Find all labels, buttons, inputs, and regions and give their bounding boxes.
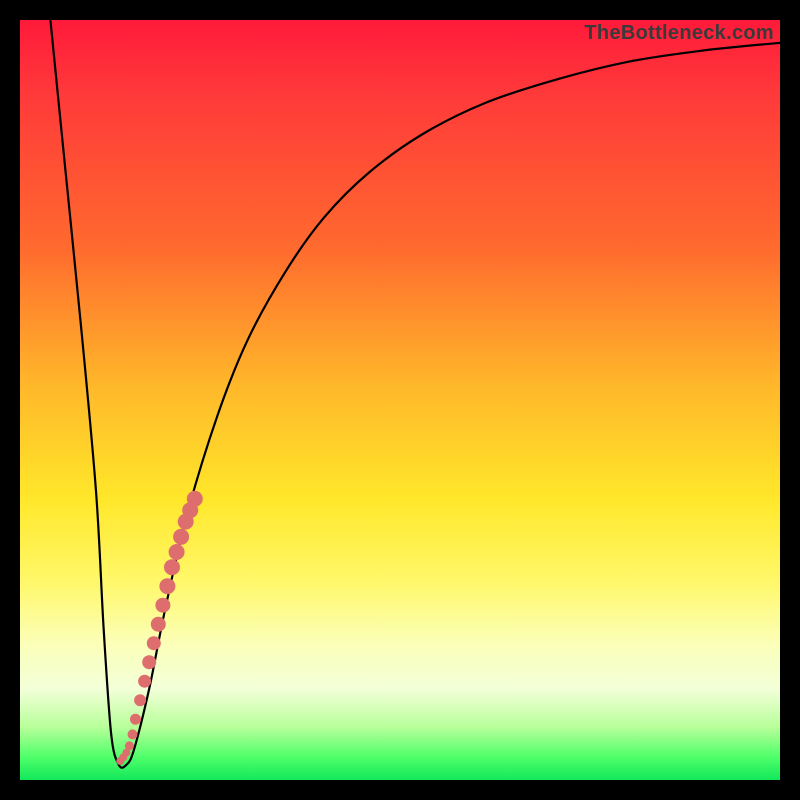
highlight-marker (142, 655, 156, 669)
highlight-marker (128, 729, 138, 739)
highlight-marker (130, 714, 141, 725)
plot-area: TheBottleneck.com (20, 20, 780, 780)
highlight-marker (159, 578, 175, 594)
chart-svg (20, 20, 780, 780)
highlight-marker (173, 529, 189, 545)
highlight-marker (187, 491, 203, 507)
highlight-marker (147, 636, 161, 650)
highlight-marker (151, 617, 166, 632)
highlight-marker (138, 675, 151, 688)
highlight-marker (164, 559, 180, 575)
highlight-marker (125, 741, 134, 750)
highlight-marker-cluster (116, 491, 203, 765)
highlight-marker (134, 694, 146, 706)
bottleneck-curve-line (50, 20, 780, 768)
highlight-marker (155, 598, 170, 613)
chart-frame: TheBottleneck.com (0, 0, 800, 800)
highlight-marker (169, 544, 185, 560)
